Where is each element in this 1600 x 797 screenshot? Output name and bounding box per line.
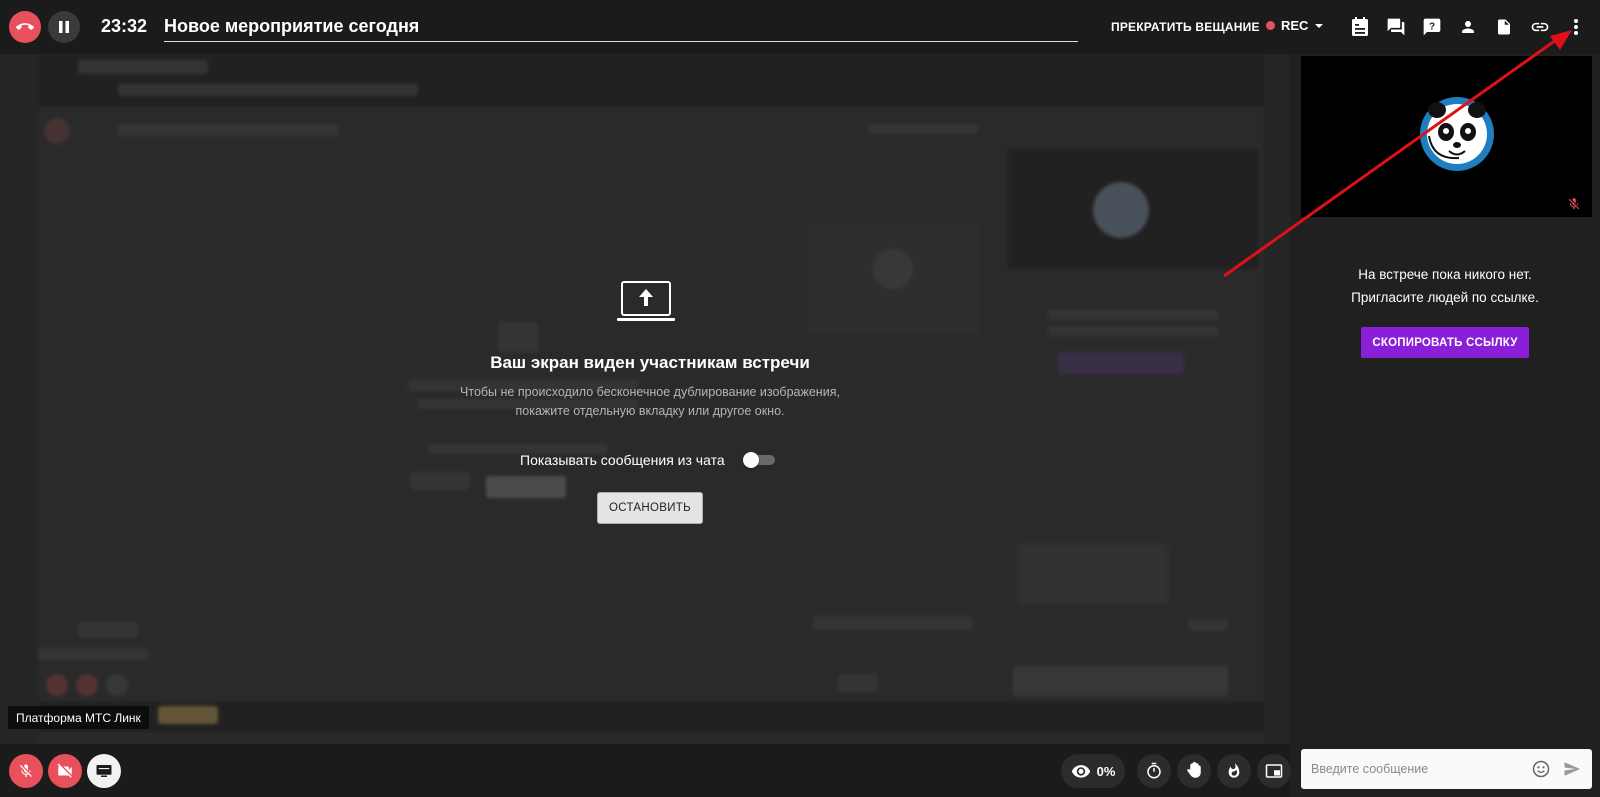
show-chat-toggle-row: Показывать сообщения из чата [520,452,775,468]
chat-message-box [1301,749,1592,789]
show-chat-toggle[interactable] [742,452,775,468]
stop-sharing-button[interactable]: ОСТАНОВИТЬ [597,492,703,524]
mic-off-icon [20,764,32,777]
eye-icon [1071,765,1090,778]
panda-avatar [1420,97,1494,171]
show-chat-toggle-label: Показывать сообщения из чата [520,452,725,468]
timer-button[interactable] [1137,754,1171,788]
emoji-button[interactable] [1531,759,1551,784]
screen-share-icon [96,765,112,777]
agenda-icon [1352,17,1368,36]
fire-icon [1228,763,1240,778]
questions-icon: ? [1423,18,1441,36]
picture-in-picture-button[interactable] [1257,754,1291,788]
end-call-icon [16,23,34,30]
more-options-button[interactable] [1564,15,1588,39]
raise-hand-button[interactable] [1177,754,1211,788]
chat-button[interactable] [1384,15,1408,39]
link-icon [1531,22,1549,32]
bottom-bar: 0% [0,744,1291,797]
self-video-tile [1301,56,1592,217]
pause-icon [59,21,69,33]
svg-text:?: ? [1429,22,1435,33]
caret-down-icon [1315,23,1324,28]
pause-button[interactable] [48,11,80,43]
link-button[interactable] [1528,15,1552,39]
raise-hand-icon [1187,762,1201,778]
camera-off-icon [57,763,72,778]
screen-share-upload-icon [617,281,675,321]
participants-button[interactable] [1456,15,1480,39]
mic-off-icon [1568,198,1580,210]
timer-icon [1147,762,1161,779]
camera-toggle-button[interactable] [48,754,82,788]
viewers-counter[interactable]: 0% [1061,754,1125,788]
copy-link-button[interactable]: СКОПИРОВАТЬ ССЫЛКУ [1361,327,1529,358]
share-title: Ваш экран виден участникам встречи [490,353,810,372]
app-tooltip: Платформа МТС Линк [8,706,149,729]
screen-share-button[interactable] [87,754,121,788]
participants-icon [1462,21,1474,33]
meeting-title: Новое мероприятие сегодня [164,16,420,36]
chat-icon [1387,18,1405,36]
microphone-toggle-button[interactable] [9,754,43,788]
chat-message-input[interactable] [1311,762,1521,776]
files-button[interactable] [1492,15,1516,39]
send-icon [1564,762,1581,776]
picture-in-picture-icon [1265,764,1283,778]
reactions-button[interactable] [1217,754,1251,788]
file-icon [1498,19,1510,35]
meeting-title-field[interactable]: Новое мероприятие сегодня [164,14,1078,42]
meeting-timer: 23:32 [101,16,148,36]
smiley-icon [1532,760,1550,778]
right-panel: На встрече пока никого нет. Пригласите л… [1290,54,1600,797]
rec-dot-icon [1266,21,1275,30]
agenda-button[interactable] [1348,15,1372,39]
end-call-button[interactable] [9,11,41,43]
viewers-percent: 0% [1096,763,1116,779]
stop-broadcast-button[interactable]: ПРЕКРАТИТЬ ВЕЩАНИЕ [1111,20,1260,34]
rec-dropdown[interactable]: REC [1266,18,1324,33]
rec-label: REC [1281,18,1309,33]
more-vert-icon [1574,19,1578,35]
empty-meeting-message: На встрече пока никого нет. Пригласите л… [1351,267,1539,305]
share-description: Чтобы не происходило бесконечное дублиро… [460,385,840,418]
questions-button[interactable]: ? [1420,15,1444,39]
top-bar: 23:32 Новое мероприятие сегодня ПРЕКРАТИ… [0,0,1600,54]
send-button[interactable] [1563,760,1581,783]
